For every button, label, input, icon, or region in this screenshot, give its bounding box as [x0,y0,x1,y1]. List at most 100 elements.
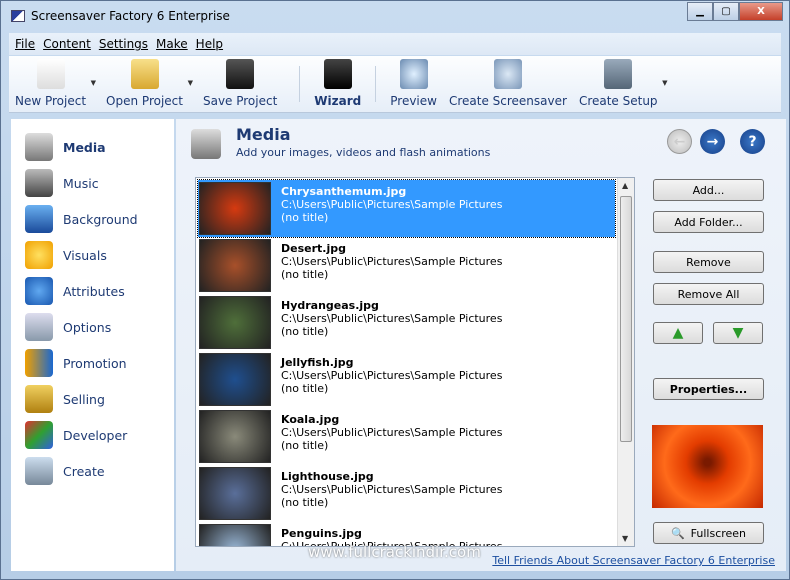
create-package-icon [25,457,53,485]
thumbnail [199,182,271,235]
thumbnail [199,296,271,349]
new-file-icon [36,59,65,89]
media-list[interactable]: ▲ ▼ Chrysanthemum.jpg C:\Users\Public\Pict… [195,177,635,547]
gear-icon [493,59,522,89]
star-icon [25,241,53,269]
camera-icon [191,129,221,159]
help-icon[interactable]: ? [740,129,765,154]
create-setup-button[interactable]: Create Setup ▼ [573,59,668,112]
sidebar-item-options[interactable]: Options [11,309,174,345]
page-subtitle: Add your images, videos and flash animat… [236,146,491,159]
move-down-button[interactable]: ▼ [713,322,763,344]
title-bar: Screensaver Factory 6 Enterprise ▁ ▢ X [1,1,789,31]
speaker-icon [25,169,53,197]
thumbnail [199,524,271,546]
list-item[interactable]: Jellyfish.jpg C:\Users\Public\Pictures\Sa… [198,351,615,408]
sidebar-item-visuals[interactable]: Visuals [11,237,174,273]
app-window: Screensaver Factory 6 Enterprise ▁ ▢ X F… [0,0,790,580]
sidebar-item-promotion[interactable]: Promotion [11,345,174,381]
move-up-button[interactable]: ▲ [653,322,703,344]
toolbar-separator [299,66,301,102]
list-item[interactable]: Lighthouse.jpg C:\Users\Public\Pictures\S… [198,465,615,522]
dropdown-arrow-icon[interactable]: ▼ [91,79,96,87]
sidebar-item-label: Attributes [63,283,125,299]
menu-content[interactable]: Content [43,37,91,51]
magic-hat-icon [323,59,352,89]
list-item[interactable]: Desert.jpg C:\Users\Public\Pictures\Sampl… [198,237,615,294]
magnifier-icon [399,59,428,89]
sidebar-item-label: Promotion [63,355,127,371]
menu-make[interactable]: Make [156,37,188,51]
arrow-down-icon: ▼ [732,325,744,341]
remove-all-button[interactable]: Remove All [653,283,764,305]
watermark: www.fullcrackindir.com [308,543,481,561]
camera-icon [25,133,53,161]
toolbar-separator [375,66,377,102]
menu-file[interactable]: File [15,37,35,51]
media-panel: Media Add your images, videos and flash … [176,119,786,571]
create-screensaver-button[interactable]: Create Screensaver [443,59,573,112]
image-preview [652,425,763,508]
menu-help[interactable]: Help [196,37,223,51]
arrow-up-icon: ▲ [672,325,684,341]
close-button[interactable]: X [739,2,783,21]
page-title: Media [236,125,291,144]
wizard-button[interactable]: Wizard [308,59,367,112]
forward-arrow-icon[interactable]: → [700,129,725,154]
monitor-icon [25,205,53,233]
remove-button[interactable]: Remove [653,251,764,273]
sidebar-item-attributes[interactable]: Attributes [11,273,174,309]
minimize-button[interactable]: ▁ [687,2,713,21]
options-checklist-icon [25,313,53,341]
sidebar-item-label: Visuals [63,247,107,263]
fullscreen-button[interactable]: 🔍 Fullscreen [653,522,764,544]
list-scrollbar[interactable]: ▲ ▼ [617,178,634,546]
sidebar-item-developer[interactable]: Developer [11,417,174,453]
sidebar-item-selling[interactable]: Selling [11,381,174,417]
sidebar-item-create[interactable]: Create [11,453,174,489]
sidebar-item-music[interactable]: Music [11,165,174,201]
add-button[interactable]: Add... [653,179,764,201]
sidebar: Media Music Background Visuals Attributes Opt… [11,119,174,571]
sidebar-item-background[interactable]: Background [11,201,174,237]
info-icon [25,277,53,305]
sidebar-item-label: Media [63,139,106,155]
thumbnail [199,410,271,463]
thumbnail [199,239,271,292]
window-title: Screensaver Factory 6 Enterprise [31,9,230,23]
preview-button[interactable]: Preview [384,59,443,112]
properties-button[interactable]: Properties... [653,378,764,400]
save-project-button[interactable]: Save Project [197,59,283,112]
thumbnail [199,467,271,520]
maximize-button[interactable]: ▢ [713,2,739,21]
sidebar-item-label: Developer [63,427,128,443]
setup-box-icon [604,59,633,89]
padlock-icon [25,385,53,413]
dropdown-arrow-icon[interactable]: ▼ [188,79,193,87]
list-item[interactable]: Hydrangeas.jpg C:\Users\Public\Pictures\S… [198,294,615,351]
sidebar-item-label: Selling [63,391,105,407]
add-folder-button[interactable]: Add Folder... [653,211,764,233]
thumbnail [199,353,271,406]
sidebar-item-label: Options [63,319,112,335]
floppy-disk-icon [226,59,255,89]
tell-friends-link[interactable]: Tell Friends About Screensaver Factory 6… [492,554,775,567]
list-item[interactable]: Koala.jpg C:\Users\Public\Pictures\Sample… [198,408,615,465]
menu-bar: File Content Settings Make Help [9,33,781,55]
menu-settings[interactable]: Settings [99,37,148,51]
dropdown-arrow-icon[interactable]: ▼ [662,79,667,87]
list-item[interactable]: Chrysanthemum.jpg C:\Users\Public\Picture… [197,179,616,238]
sidebar-item-label: Create [63,463,105,479]
open-project-button[interactable]: Open Project ▼ [100,59,193,112]
cubes-icon [25,421,53,449]
new-project-button[interactable]: New Project ▼ [9,59,96,112]
app-icon [11,10,25,22]
magnifier-icon: 🔍 [670,526,685,540]
back-arrow-icon[interactable]: ← [667,129,692,154]
folder-icon [130,59,159,89]
sidebar-item-media[interactable]: Media [11,129,174,165]
shapes-icon [25,349,53,377]
sidebar-item-label: Music [63,175,99,191]
toolbar: New Project ▼ Open Project ▼ Save Project Wiz… [9,56,781,113]
sidebar-item-label: Background [63,211,138,227]
